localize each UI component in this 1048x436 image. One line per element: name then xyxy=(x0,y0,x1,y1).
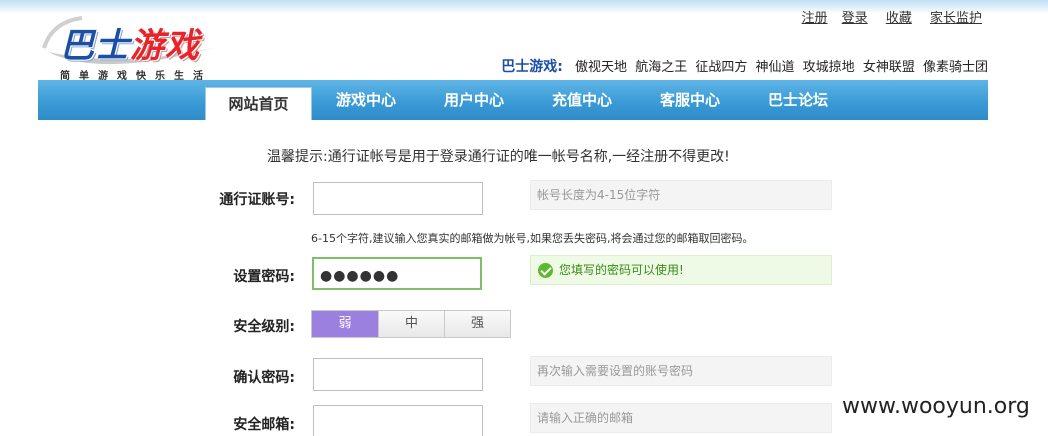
game-link[interactable]: 女神联盟 xyxy=(863,60,915,75)
account-label: 通行证账号: xyxy=(219,192,295,208)
site-logo[interactable]: 巴士游戏 简单游戏快乐生活 xyxy=(42,8,242,82)
parental-control-link[interactable]: 家长监护 xyxy=(930,11,982,26)
tab-recharge-center[interactable]: 充值中心 xyxy=(536,80,628,120)
logo-wordmark: 巴士游戏 xyxy=(60,18,200,67)
favorite-link[interactable]: 收藏 xyxy=(886,11,912,26)
tab-forum[interactable]: 巴士论坛 xyxy=(752,80,844,120)
main-nav: 网站首页 游戏中心 用户中心 充值中心 客服中心 巴士论坛 xyxy=(38,80,988,120)
email-input[interactable] xyxy=(313,405,483,436)
tab-home[interactable]: 网站首页 xyxy=(205,87,312,120)
password-strength-meter: 弱 中 强 xyxy=(311,310,511,338)
password-label: 设置密码: xyxy=(233,269,295,285)
account-input[interactable] xyxy=(313,182,483,215)
brand-label: 巴士游戏: xyxy=(501,59,563,75)
strength-label: 安全级别: xyxy=(233,319,295,335)
game-link[interactable]: 征战四方 xyxy=(695,60,747,75)
tab-service-center[interactable]: 客服中心 xyxy=(644,80,736,120)
confirm-password-input[interactable] xyxy=(313,358,483,391)
registration-hint: 温馨提示:通行证帐号是用于登录通行证的唯一帐号名称,一经注册不得更改! xyxy=(267,149,730,165)
login-link[interactable]: 登录 xyxy=(842,11,868,26)
account-tip: 帐号长度为4-15位字符 xyxy=(530,180,832,210)
watermark: www.wooyun.org xyxy=(842,394,1030,419)
account-note: 6-15个字符,建议输入您真实的邮箱做为帐号,如果您丢失密码,将会通过您的邮箱取… xyxy=(311,232,754,245)
game-link[interactable]: 航海之王 xyxy=(635,60,687,75)
top-links: 注册 登录 收藏 家长监护 xyxy=(792,7,982,26)
register-link[interactable]: 注册 xyxy=(802,11,828,26)
email-tip: 请输入正确的邮箱 xyxy=(530,403,832,433)
confirm-password-tip: 再次输入需要设置的账号密码 xyxy=(530,356,832,386)
check-icon xyxy=(538,263,553,278)
email-label: 安全邮箱: xyxy=(233,417,295,433)
game-link[interactable]: 神仙道 xyxy=(756,60,795,75)
password-tip-text: 您填写的密码可以使用! xyxy=(559,263,684,277)
logo-part-1: 巴士 xyxy=(60,26,130,66)
tab-game-center[interactable]: 游戏中心 xyxy=(320,80,412,120)
password-masked-value: ●●●●●● xyxy=(320,268,400,284)
game-link[interactable]: 像素骑士团 xyxy=(923,60,988,75)
tab-user-center[interactable]: 用户中心 xyxy=(428,80,520,120)
game-link[interactable]: 攻城掠地 xyxy=(803,60,855,75)
strength-medium: 中 xyxy=(378,311,444,337)
strength-strong: 强 xyxy=(444,311,510,337)
confirm-password-label: 确认密码: xyxy=(233,370,295,386)
game-list: 巴士游戏: 傲视天地 航海之王 征战四方 神仙道 攻城掠地 女神联盟 像素骑士团 xyxy=(501,56,988,76)
logo-part-2: 游戏 xyxy=(130,26,200,66)
password-tip: 您填写的密码可以使用! xyxy=(530,255,832,285)
strength-weak: 弱 xyxy=(312,311,378,337)
game-link[interactable]: 傲视天地 xyxy=(575,60,627,75)
